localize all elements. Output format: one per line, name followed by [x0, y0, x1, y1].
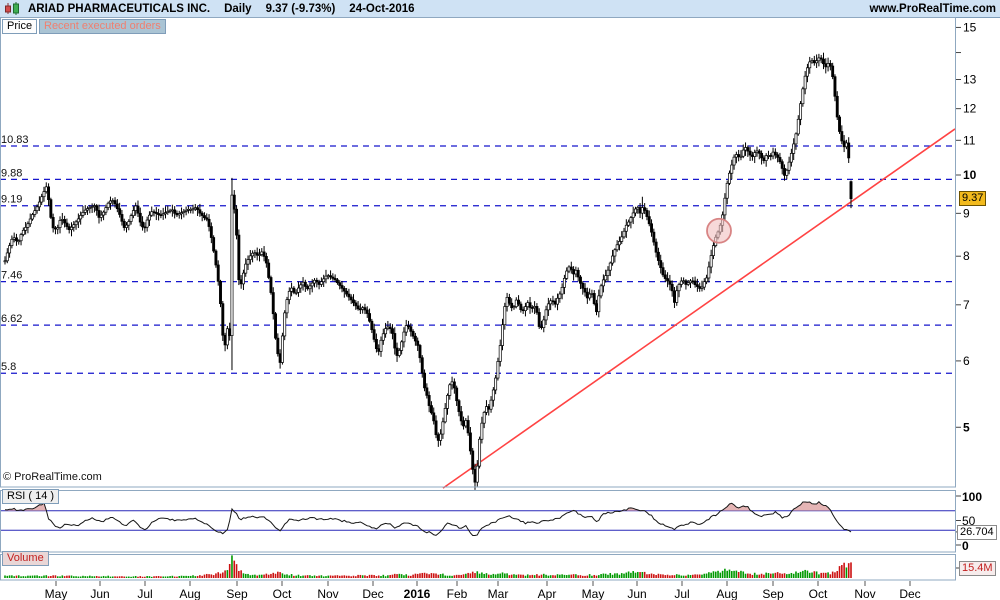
prorealtime-window: { "header": { "instrument": "ARIAD PHARM… — [0, 0, 1000, 600]
month-label: May — [582, 587, 605, 600]
price-axis-label: 7 — [963, 298, 970, 312]
tab-recent-executed-orders[interactable]: Recent executed orders — [39, 19, 166, 34]
month-label: Dec — [362, 587, 383, 600]
price-axis-label: 10 — [963, 168, 977, 182]
month-label: Oct — [273, 587, 292, 600]
rsi-current-badge: 26.704 — [957, 525, 997, 540]
month-label: Dec — [899, 587, 920, 600]
month-label: Apr — [538, 587, 557, 600]
level-label: 5.8 — [1, 361, 16, 373]
volume-current-badge: 15.4M — [959, 561, 996, 576]
price-axis-label: 13 — [963, 73, 977, 87]
rsi-axis-100: 100 — [962, 490, 983, 504]
month-label: Nov — [317, 587, 338, 600]
month-label: Nov — [854, 587, 875, 600]
tab-price[interactable]: Price — [2, 19, 38, 34]
watermark: © ProRealTime.com — [3, 471, 102, 483]
price-plot-area[interactable] — [0, 17, 956, 487]
level-label: 6.62 — [1, 313, 22, 325]
level-label: 9.19 — [1, 194, 22, 206]
time-axis: May Jun Jul Aug Sep Oct Nov Dec 2016 Feb Mar Apr May… — [45, 581, 921, 600]
month-label: Feb — [447, 587, 468, 600]
rsi-plot-area[interactable] — [0, 490, 956, 552]
price-axis-label: 15 — [963, 20, 977, 34]
circle-annotation[interactable] — [706, 217, 732, 244]
month-label: May — [45, 587, 68, 600]
rsi-axis-0: 0 — [962, 539, 969, 553]
price-axis-label: 8 — [963, 249, 970, 263]
current-price-badge: 9.37 — [959, 191, 987, 206]
month-label: Oct — [809, 587, 828, 600]
month-label: Aug — [179, 587, 200, 600]
level-label: 7.46 — [1, 270, 22, 282]
tab-volume-indicator[interactable]: Volume — [2, 551, 49, 566]
month-label: 2016 — [404, 587, 431, 600]
tab-rsi-indicator[interactable]: RSI ( 14 ) — [2, 489, 60, 504]
level-label: 9.88 — [1, 167, 22, 179]
month-label: Sep — [762, 587, 784, 600]
price-axis-label: 11 — [963, 133, 976, 147]
level-label: 10.83 — [1, 134, 29, 146]
month-label: Jul — [674, 587, 689, 600]
month-label: Jun — [90, 587, 109, 600]
price-axis-label: 12 — [963, 102, 977, 116]
month-label: Jun — [627, 587, 646, 600]
price-axis: 15 13 12 11 10 9 8 7 6 5 — [956, 20, 977, 569]
price-axis-label: 9 — [963, 206, 970, 220]
month-label: Aug — [716, 587, 737, 600]
month-label: Mar — [488, 587, 509, 600]
month-label: Sep — [226, 587, 248, 600]
chart-canvas: 10.83 9.88 9.19 7.46 6.62 5.8 15 13 12 11 10 9 8 7 6 5 M… — [0, 17, 977, 600]
price-axis-label: 6 — [963, 354, 970, 368]
month-label: Jul — [137, 587, 152, 600]
price-axis-label: 5 — [963, 420, 970, 434]
